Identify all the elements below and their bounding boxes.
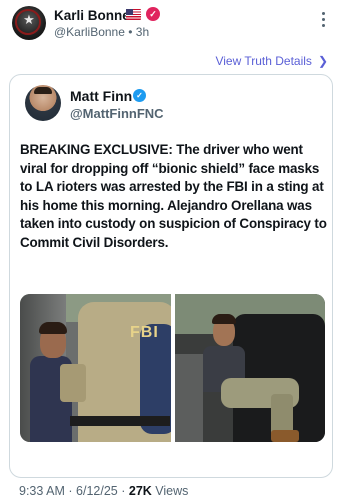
- fbi-vest-label: FBI: [130, 324, 159, 341]
- agent-belt: [70, 416, 170, 426]
- tweet-photo-left[interactable]: FBI: [20, 294, 171, 442]
- post-header: ★ Karli Bonne’ ✓ @KarliBonne • 3h: [0, 0, 344, 46]
- seated-hair: [212, 314, 236, 324]
- view-truth-details-label: View Truth Details: [215, 54, 312, 68]
- vest-pouch: [60, 364, 86, 402]
- boots: [271, 430, 299, 442]
- author-handle[interactable]: @KarliBonne: [54, 25, 125, 39]
- meta-separator: ·: [121, 484, 126, 498]
- meta-separator: ·: [68, 484, 73, 498]
- verified-badge-icon: ✓: [146, 7, 160, 21]
- tweet-time: 9:33 AM: [19, 484, 65, 498]
- views-label: Views: [155, 484, 189, 498]
- tweet-text: BREAKING EXCLUSIVE: The driver who went …: [20, 142, 327, 250]
- us-flag-icon: [126, 9, 141, 20]
- car-door: [175, 354, 203, 442]
- embedded-tweet-card[interactable]: Matt Finn ✓ @MattFinnFNC BREAKING EXCLUS…: [9, 74, 333, 478]
- view-truth-details-link[interactable]: View Truth Details ❯: [215, 54, 328, 68]
- blue-check-icon: ✓: [133, 89, 146, 102]
- separator-dot: •: [128, 25, 133, 39]
- author-handle-line: @KarliBonne • 3h: [54, 25, 149, 39]
- tweet-date: 6/12/25: [76, 484, 118, 498]
- tweet-author-avatar: [25, 85, 61, 121]
- author-avatar[interactable]: ★: [12, 6, 46, 40]
- tweet-author-handle: @MattFinnFNC: [70, 106, 164, 121]
- suspect-hair: [39, 322, 67, 334]
- author-name[interactable]: Karli Bonne’: [54, 8, 134, 23]
- avatar-star-icon: ★: [23, 12, 35, 27]
- chevron-right-icon: ❯: [317, 54, 328, 68]
- tweet-author-name: Matt Finn: [70, 88, 133, 104]
- post-time[interactable]: 3h: [136, 25, 149, 39]
- tweet-meta: 9:33 AM · 6/12/25 · 27K Views: [19, 484, 188, 498]
- views-count: 27K: [128, 484, 152, 498]
- vertical-ellipsis-icon[interactable]: [318, 12, 328, 32]
- tweet-photo-right[interactable]: [175, 294, 325, 442]
